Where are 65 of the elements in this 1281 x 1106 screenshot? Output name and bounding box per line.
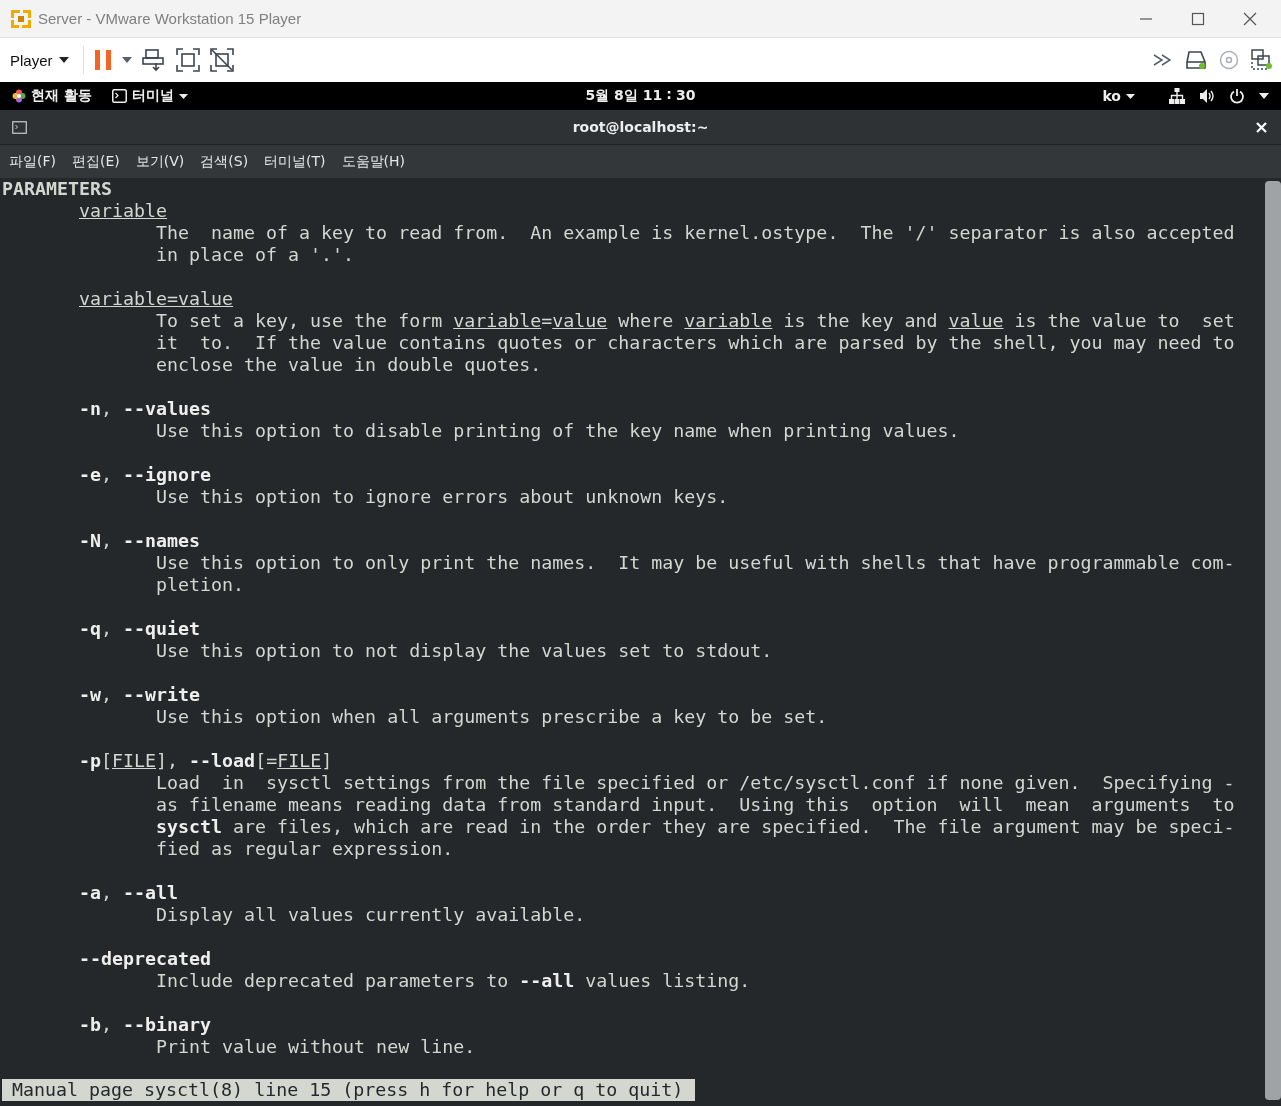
option-name: -p[FILE], --load[=FILE] — [79, 750, 334, 772]
input-method-button[interactable]: ko — [1102, 88, 1135, 104]
terminal-icon — [12, 120, 27, 134]
caret-icon[interactable] — [1259, 93, 1269, 99]
close-icon[interactable] — [1243, 11, 1257, 26]
activities-button[interactable]: 현재 활동 — [12, 87, 92, 105]
option-description: Use this option to disable printing of the key name when printing values. — [156, 420, 961, 442]
option-description: The name of a key to read from. An example is kernel.ostype. The '/' separator is also accepted — [156, 222, 1236, 244]
caret-icon — [1126, 93, 1135, 99]
option-description: in place of a '.'. — [156, 244, 356, 266]
option-name: -w, --write — [79, 684, 202, 706]
option-name: variable=value — [79, 288, 235, 310]
caret-icon — [178, 93, 188, 99]
option-description: Use this option to ignore errors about unknown keys. — [156, 486, 730, 508]
flower-icon — [12, 89, 26, 103]
network-adapter-icon[interactable] — [1251, 49, 1273, 71]
caret-icon[interactable] — [121, 57, 132, 63]
window-title: Server - VMware Workstation 15 Player — [38, 10, 302, 27]
option-description: pletion. — [156, 574, 246, 596]
player-menu-button[interactable]: Player — [6, 47, 73, 73]
menu-item[interactable]: 보기(V) — [135, 152, 185, 171]
option-description: Print value without new line. — [156, 1036, 477, 1058]
section-heading: PARAMETERS — [2, 178, 114, 200]
vmware-logo-icon — [10, 7, 32, 30]
option-name: -q, --quiet — [79, 618, 202, 640]
option-name: -a, --all — [79, 882, 180, 904]
option-description: Use this option when all arguments prescribe a key to be set. — [156, 706, 829, 728]
menu-item[interactable]: 파일(F) — [9, 152, 56, 171]
option-description: it to. If the value contains quotes or characters which are parsed by the shell, you may need to — [156, 332, 1236, 354]
option-description: Load in sysctl settings from the file specified or /etc/sysctl.conf if none given. Specifying ‐ — [156, 772, 1236, 794]
chevrons-icon[interactable] — [1153, 53, 1173, 67]
terminal-icon — [111, 89, 127, 103]
menu-item[interactable]: 편집(E) — [72, 152, 120, 171]
option-description: sysctl are files, which are read in the order they are specified. The file argument may be speci‐ — [156, 816, 1236, 838]
maximize-icon[interactable] — [1191, 11, 1205, 26]
option-description: Display all values currently available. — [156, 904, 587, 926]
network-wired-icon[interactable] — [1169, 88, 1185, 104]
fullscreen-icon[interactable] — [175, 48, 200, 72]
clock-button[interactable]: 5월 8일 11 ∶ 30 — [585, 87, 696, 105]
menu-item[interactable]: 터미널(T) — [264, 152, 326, 171]
option-name: variable — [79, 200, 169, 222]
power-icon[interactable] — [1229, 88, 1245, 104]
option-name: -n, --values — [79, 398, 213, 420]
option-description: Use this option to only print the names. It may be useful with shells that have programmable com‐ — [156, 552, 1236, 574]
option-description: fied as regular expression. — [156, 838, 455, 860]
pause-icon[interactable] — [93, 49, 112, 71]
volume-icon[interactable] — [1199, 88, 1215, 104]
option-description: as filename means reading data from standard input. Using this option will mean arguments to — [156, 794, 1236, 816]
option-name: -b, --binary — [79, 1014, 213, 1036]
option-name: -e, --ignore — [79, 464, 213, 486]
option-description: Use this option to not display the values set to stdout. — [156, 640, 774, 662]
menu-item[interactable]: 검색(S) — [200, 152, 249, 171]
close-icon — [1256, 121, 1267, 133]
terminal-title: root@localhost:~ — [572, 119, 709, 135]
option-description: Include deprecated parameters to --all values listing. — [156, 970, 752, 992]
caret-icon — [58, 57, 69, 63]
option-description: enclose the value in double quotes. — [156, 354, 543, 376]
scrollbar-thumb[interactable] — [1265, 181, 1281, 1100]
option-name: -N, --names — [79, 530, 202, 552]
monitor-arrow-icon[interactable] — [141, 48, 166, 72]
app-menu-button[interactable]: 터미널 — [111, 87, 188, 105]
option-description: To set a key, use the form variable=value where variable is the key and value is the value to set — [156, 310, 1236, 332]
unity-crossed-icon[interactable] — [209, 48, 234, 72]
option-name: --deprecated — [79, 948, 213, 970]
menu-item[interactable]: 도움말(H) — [341, 152, 406, 171]
